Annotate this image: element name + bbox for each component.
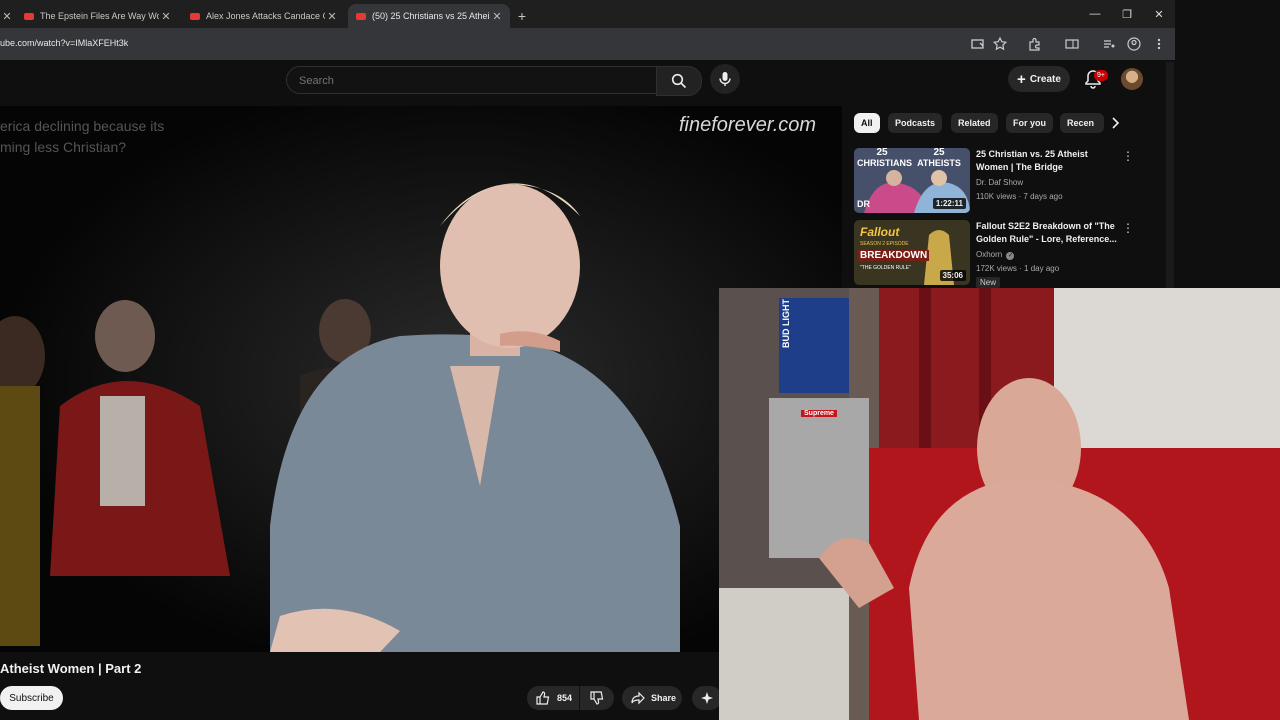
share-icon (631, 691, 645, 705)
create-label: Create (1029, 73, 1061, 85)
channel-name: Oxhorn (976, 250, 1003, 259)
search-input[interactable] (297, 67, 641, 95)
thumbnail-label: BREAKDOWN (858, 250, 930, 261)
chip-related[interactable]: Related (951, 113, 998, 133)
chevron-right-icon[interactable] (1108, 116, 1122, 130)
search-button[interactable] (656, 66, 702, 96)
share-label: Share (651, 693, 677, 703)
search-box[interactable] (286, 66, 658, 95)
thumbnail-number: 25 (933, 148, 945, 158)
video-watermark: fineforever.com (679, 114, 817, 136)
caption-line: ming less Christian? (0, 139, 127, 155)
chip-recently-uploaded[interactable]: Recen (1060, 113, 1104, 133)
more-actions-icon[interactable]: ⋮ (1122, 149, 1134, 163)
video-player[interactable] (0, 106, 842, 652)
notification-badge: 9+ (1094, 70, 1108, 81)
thumbs-down-icon (590, 691, 604, 705)
recommendation-title[interactable]: Fallout S2E2 Breakdown of "The Golden Ru… (976, 220, 1118, 246)
youtube-favicon-icon (24, 12, 34, 20)
microphone-icon (719, 72, 731, 86)
video-duration: 35:06 (939, 270, 966, 281)
new-tab-button[interactable]: + (512, 4, 532, 28)
kebab-menu-icon[interactable] (1151, 36, 1167, 52)
chip-podcasts[interactable]: Podcasts (888, 113, 943, 133)
video-caption-overlay: erica declining because its ming less Ch… (0, 116, 164, 158)
video-frame (0, 106, 842, 652)
tab-title: Alex Jones Attacks Candace O (206, 11, 325, 21)
recommendation-channel[interactable]: Dr. Daf Show (976, 178, 1023, 187)
thumbnail-label: "THE GOLDEN RULE" (860, 265, 911, 271)
url-text[interactable]: ube.com/watch?v=IMlaXFEHt3k (0, 38, 128, 48)
voice-search-button[interactable] (710, 64, 740, 94)
thumbnail-text: 25 ATHEISTS (914, 148, 964, 168)
cast-icon[interactable] (970, 36, 986, 52)
sticker-label: Supreme (801, 410, 837, 417)
ask-button[interactable] (692, 686, 722, 710)
browser-tab[interactable]: Alex Jones Attacks Candace O ✕ (182, 4, 345, 28)
recommendation-title[interactable]: 25 Christian vs. 25 Atheist Women | The … (976, 148, 1118, 174)
thumbnail-label: ATHEISTS (917, 158, 961, 168)
share-button[interactable]: Share (622, 686, 682, 710)
minimize-icon[interactable]: — (1080, 4, 1110, 24)
more-actions-icon[interactable]: ⋮ (1122, 221, 1134, 235)
like-button[interactable]: 854 (527, 686, 579, 710)
box-label: BUD LIGHT (781, 299, 791, 348)
thumbnail-label: Fallout (860, 225, 900, 239)
recommendation-channel[interactable]: Oxhorn ✓ (976, 250, 1015, 260)
tab-title: (50) 25 Christians vs 25 Atheist (372, 11, 490, 21)
chip-for-you[interactable]: For you (1006, 113, 1053, 133)
sparkle-icon (701, 692, 713, 704)
close-icon[interactable]: ✕ (490, 10, 504, 23)
caption-line: erica declining because its (0, 118, 165, 134)
youtube-favicon-icon (190, 12, 200, 20)
create-button[interactable]: + Create (1008, 66, 1070, 92)
extensions-icon[interactable] (1027, 36, 1043, 52)
thumbnail-text: 25 CHRISTIANS (857, 148, 913, 168)
dislike-button[interactable] (580, 686, 614, 710)
verified-check-icon: ✓ (1006, 252, 1015, 260)
bookmark-star-icon[interactable] (992, 36, 1008, 52)
recommendation-thumbnail[interactable]: Fallout SEASON 2 EPISODE BREAKDOWN "THE … (854, 220, 970, 285)
youtube-favicon-icon (356, 12, 366, 20)
close-icon[interactable]: ✕ (159, 10, 173, 23)
video-duration: 1:22:11 (932, 198, 966, 209)
scrollbar[interactable] (1166, 62, 1174, 292)
recommendation-meta: 172K views · 1 day ago (976, 264, 1060, 273)
browser-tab[interactable]: The Epstein Files Are Way Wor ✕ (16, 4, 179, 28)
thumbnail-number: 25 (876, 148, 888, 158)
chip-all[interactable]: All (854, 113, 880, 133)
subscribe-button[interactable]: Subscribe (0, 686, 63, 710)
account-avatar[interactable] (1121, 68, 1143, 90)
split-view-icon[interactable] (1064, 36, 1080, 52)
tab-close-partial[interactable]: ✕ (0, 4, 16, 28)
tab-title: The Epstein Files Are Way Wor (40, 11, 159, 21)
close-window-icon[interactable]: ✕ (1144, 4, 1174, 24)
video-title: Atheist Women | Part 2 (0, 661, 142, 676)
channel-logo: DR (857, 199, 870, 209)
recommendation-meta: 110K views · 7 days ago (976, 192, 1063, 201)
search-icon (671, 73, 687, 89)
plus-icon: + (1017, 70, 1026, 88)
browser-tab-active[interactable]: (50) 25 Christians vs 25 Atheist ✕ (348, 4, 510, 28)
thumbs-up-icon (536, 691, 550, 705)
close-icon[interactable]: ✕ (325, 10, 339, 23)
thumbnail-label: SEASON 2 EPISODE (860, 241, 909, 247)
webcam-overlay: BUD LIGHT Supreme (719, 288, 1280, 720)
new-badge: New (976, 277, 1001, 288)
restore-icon[interactable]: ❐ (1112, 4, 1142, 24)
close-icon[interactable]: ✕ (0, 10, 14, 23)
recommendation-thumbnail[interactable]: 25 CHRISTIANS 25 ATHEISTS DR 1:22:11 (854, 148, 970, 213)
thumbnail-label: CHRISTIANS (857, 158, 913, 168)
profile-icon[interactable] (1126, 36, 1142, 52)
like-count: 854 (557, 693, 573, 703)
browser-tab-strip: ✕ The Epstein Files Are Way Wor ✕ Alex J… (0, 0, 1175, 28)
webcam-image (719, 288, 1280, 720)
address-bar[interactable]: ube.com/watch?v=IMlaXFEHt3k (0, 28, 1175, 60)
media-controls-icon[interactable] (1101, 36, 1117, 52)
